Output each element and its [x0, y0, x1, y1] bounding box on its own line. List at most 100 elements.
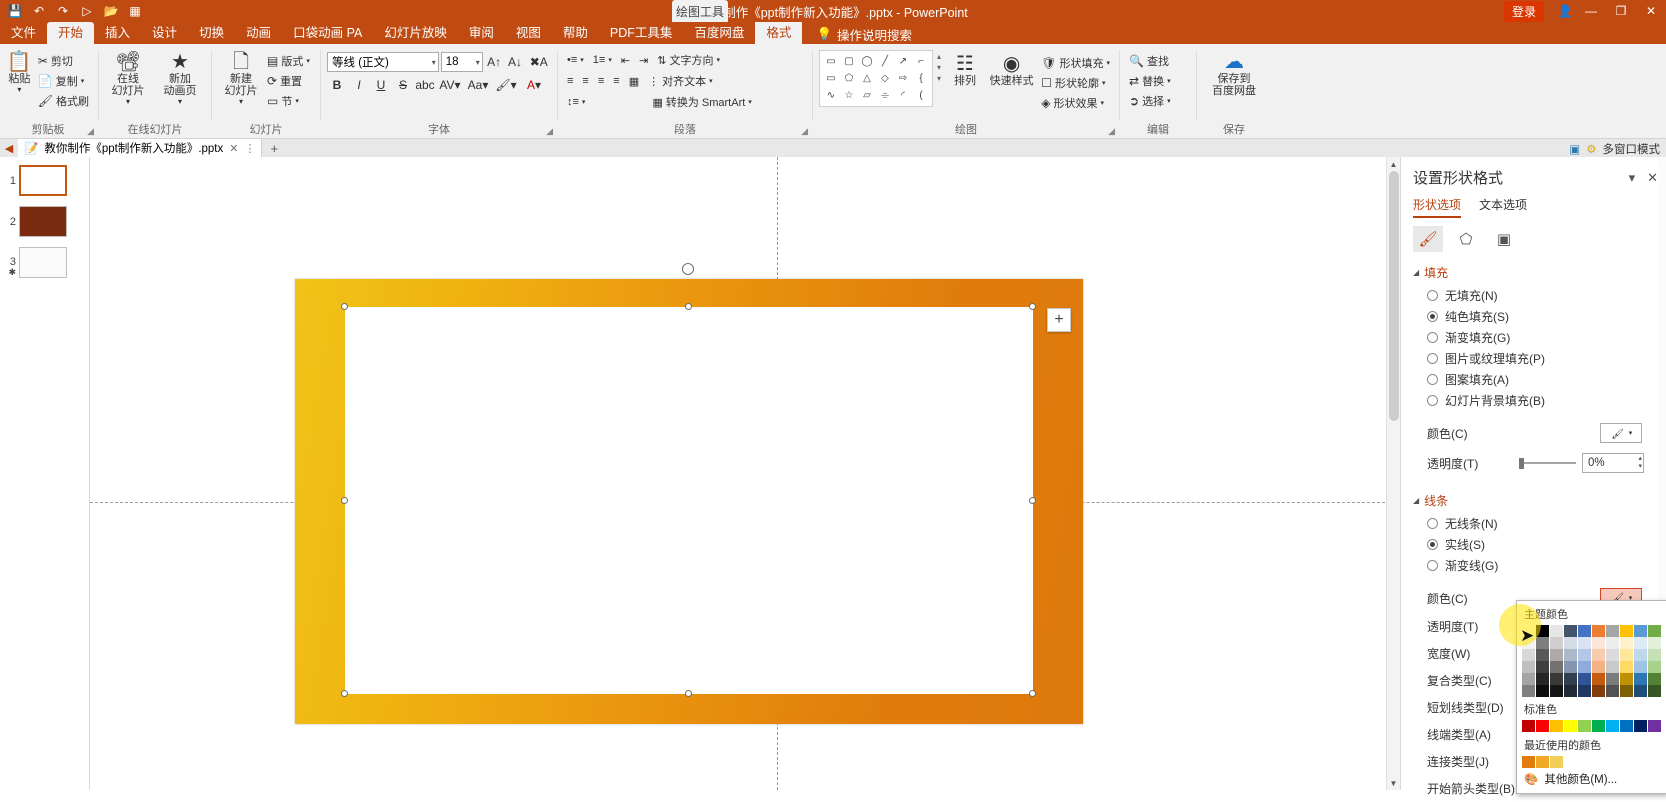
theme-color-swatch[interactable] [1592, 673, 1605, 685]
redo-icon[interactable]: ↷ [52, 1, 74, 21]
shape-rect2-icon[interactable]: ▭ [822, 70, 840, 87]
section-line-header[interactable]: ◢ 线条 [1401, 488, 1666, 513]
tab-shape-options[interactable]: 形状选项 [1413, 196, 1461, 218]
pane-icon-tabs[interactable]: 🖌 ⬠ ▣ [1401, 222, 1666, 260]
theme-color-swatch[interactable] [1592, 649, 1605, 661]
recent-color-swatch[interactable] [1522, 756, 1535, 768]
shape-effects-button[interactable]: ◈形状效果▾ [1038, 94, 1113, 112]
increase-indent-button[interactable]: ⇥ [636, 51, 651, 69]
effects-icon[interactable]: ⬠ [1451, 226, 1481, 252]
clear-formatting-button[interactable]: ✖A [527, 52, 552, 72]
font-dialog-launcher[interactable]: ◢ [546, 126, 553, 137]
theme-color-swatch[interactable] [1550, 673, 1563, 685]
shape-elbow-icon[interactable]: ⌐ [912, 53, 930, 70]
theme-color-swatch[interactable] [1620, 649, 1633, 661]
increase-font-size-button[interactable]: A↑ [485, 52, 504, 72]
close-icon[interactable]: ✕ [229, 142, 238, 155]
slide-preview[interactable] [19, 206, 67, 237]
theme-color-swatch[interactable] [1620, 625, 1633, 637]
shape-brace-icon[interactable]: { [912, 70, 930, 87]
standard-color-swatch[interactable] [1592, 720, 1605, 732]
clipboard-dialog-launcher[interactable]: ◢ [87, 126, 94, 137]
shape-star-icon[interactable]: ☆ [840, 87, 858, 104]
theme-color-swatch[interactable] [1634, 673, 1647, 685]
shape-arc-icon[interactable]: ◜ [894, 87, 912, 104]
multi-window-mode-label[interactable]: 多窗口模式 [1603, 141, 1661, 157]
gallery-scroll-up[interactable]: ▴ [937, 52, 941, 61]
tabstrip-left-icon[interactable]: ◀ [0, 142, 18, 155]
tab-home[interactable]: 开始 [47, 22, 94, 44]
fill-option-picture[interactable]: 图片或纹理填充(P) [1401, 348, 1666, 369]
recent-colors-grid[interactable] [1522, 756, 1662, 768]
resize-handle-w[interactable] [341, 497, 348, 504]
theme-color-swatch[interactable] [1564, 673, 1577, 685]
radio-icon[interactable] [1427, 518, 1438, 529]
font-color-button[interactable]: A▾ [521, 75, 547, 95]
text-direction-button[interactable]: ⇅文字方向▾ [654, 51, 723, 69]
find-button[interactable]: 🔍查找 [1126, 52, 1190, 70]
strikethrough-button[interactable]: S [393, 75, 413, 95]
theme-color-swatch[interactable] [1564, 685, 1577, 697]
section-fill-header[interactable]: ◢ 填充 [1401, 260, 1666, 285]
theme-color-swatch[interactable] [1620, 685, 1633, 697]
tab-insert[interactable]: 插入 [94, 22, 141, 44]
fill-color-button[interactable]: 🖌 ▾ [1600, 423, 1642, 443]
resize-handle-se[interactable] [1029, 690, 1036, 697]
theme-color-swatch[interactable] [1592, 661, 1605, 673]
radio-icon[interactable] [1427, 395, 1438, 406]
theme-color-swatch[interactable] [1648, 685, 1661, 697]
standard-color-swatch[interactable] [1564, 720, 1577, 732]
play-icon[interactable]: ▷ [76, 1, 98, 21]
ribbon[interactable]: 📋 粘贴 ▾ ✂剪切 📄复制▾ 🖌格式刷 剪贴板 ◢ 📽 在线幻灯片 ▾ ★ 新… [0, 44, 1666, 139]
slide-thumbnail-2[interactable]: 2 [0, 206, 89, 237]
italic-button[interactable]: I [349, 75, 369, 95]
radio-icon[interactable] [1427, 332, 1438, 343]
resize-handle-nw[interactable] [341, 303, 348, 310]
standard-color-swatch[interactable] [1634, 720, 1647, 732]
theme-color-swatch[interactable] [1648, 625, 1661, 637]
shape-line-icon[interactable]: ╱ [876, 53, 894, 70]
theme-color-swatch[interactable] [1522, 649, 1535, 661]
shape-dia-icon[interactable]: ◇ [876, 70, 894, 87]
shape-outline-button[interactable]: ☐形状轮廓▾ [1038, 74, 1113, 92]
pane-tabs[interactable]: 形状选项 文本选项 [1401, 194, 1666, 222]
fill-icon[interactable]: 🖌 [1413, 226, 1443, 252]
theme-color-swatch[interactable] [1634, 637, 1647, 649]
theme-color-swatch[interactable] [1620, 673, 1633, 685]
slide-thumbnail-pane[interactable]: 1 2 3 ✱ [0, 157, 90, 790]
theme-colors-grid[interactable] [1522, 625, 1662, 696]
standard-color-swatch[interactable] [1578, 720, 1591, 732]
slide-preview[interactable] [19, 165, 67, 196]
change-case-button[interactable]: Aa▾ [465, 75, 491, 95]
theme-color-swatch[interactable] [1592, 625, 1605, 637]
align-center-button[interactable]: ≡ [579, 72, 591, 90]
standard-color-swatch[interactable] [1606, 720, 1619, 732]
new-slide-button[interactable]: 🗋 新建幻灯片 ▾ [218, 48, 264, 106]
standard-color-swatch[interactable] [1648, 720, 1661, 732]
scrollbar-thumb[interactable] [1389, 171, 1399, 421]
layout-button[interactable]: ▤版式▾ [264, 52, 313, 70]
slide-canvas[interactable]: + ▲ ▼ [90, 157, 1400, 790]
theme-color-swatch[interactable] [1648, 637, 1661, 649]
theme-color-swatch[interactable] [1648, 649, 1661, 661]
numbering-button[interactable]: 1≡▾ [590, 51, 615, 69]
theme-color-swatch[interactable] [1522, 661, 1535, 673]
theme-color-swatch[interactable] [1536, 637, 1549, 649]
theme-color-swatch[interactable] [1648, 661, 1661, 673]
shape-tri-icon[interactable]: △ [858, 70, 876, 87]
theme-color-swatch[interactable] [1564, 625, 1577, 637]
character-spacing-button[interactable]: AV▾ [437, 75, 463, 95]
replace-button[interactable]: ⇄替换▾ [1126, 72, 1190, 90]
resize-handle-e[interactable] [1029, 497, 1036, 504]
line-option-gradient[interactable]: 渐变线(G) [1401, 555, 1666, 576]
online-slides-button[interactable]: 📽 在线幻灯片 ▾ [105, 48, 151, 106]
window-icon[interactable]: ▣ [1569, 142, 1580, 156]
color-picker-popup[interactable]: 主题颜色 标准色 最近使用的颜色 🎨 其他颜色(M)... [1516, 600, 1666, 794]
theme-color-swatch[interactable] [1522, 673, 1535, 685]
theme-color-swatch[interactable] [1634, 685, 1647, 697]
theme-color-swatch[interactable] [1578, 637, 1591, 649]
save-to-netdisk-button[interactable]: ☁ 保存到百度网盘 [1204, 48, 1264, 97]
document-tab[interactable]: 📝 教你制作《ppt制作新入功能》.pptx ✕ ⋮ [18, 139, 262, 158]
standard-color-swatch[interactable] [1620, 720, 1633, 732]
decrease-indent-button[interactable]: ⇤ [618, 51, 633, 69]
